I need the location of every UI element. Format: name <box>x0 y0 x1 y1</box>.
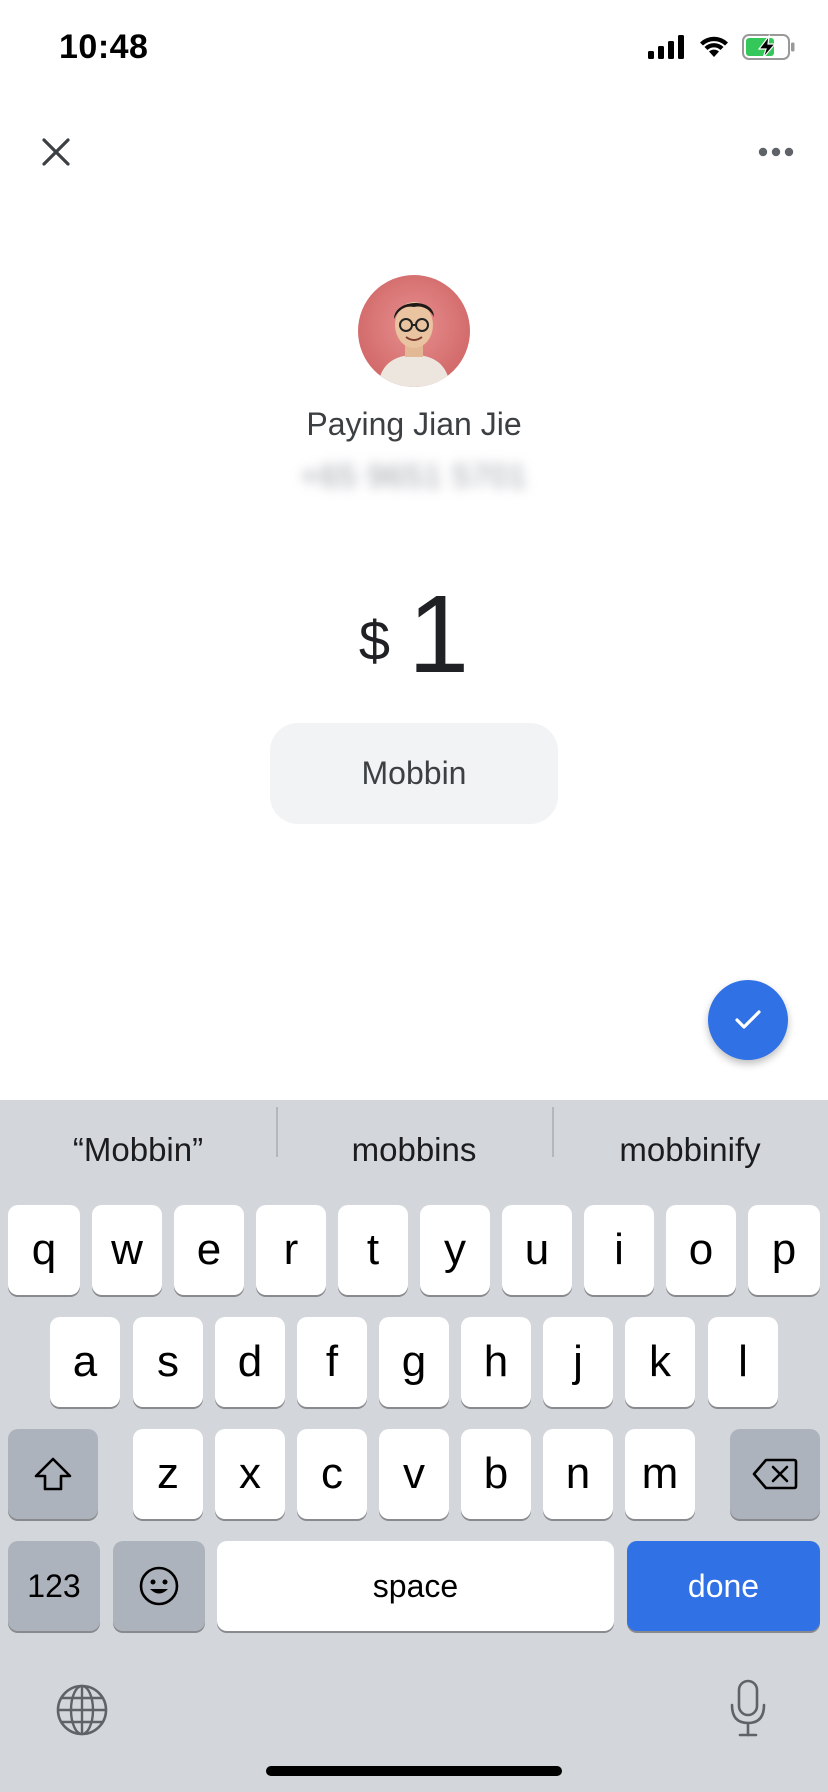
dictation-button[interactable] <box>720 1678 776 1738</box>
home-indicator <box>266 1766 562 1776</box>
key-a[interactable]: a <box>50 1317 120 1407</box>
key-u[interactable]: u <box>502 1205 572 1295</box>
key-t[interactable]: t <box>338 1205 408 1295</box>
key-z[interactable]: z <box>133 1429 203 1519</box>
note-field[interactable]: Mobbin <box>270 723 558 824</box>
currency-symbol: $ <box>358 609 390 672</box>
key-p[interactable]: p <box>748 1205 820 1295</box>
wifi-icon <box>700 36 728 57</box>
key-d[interactable]: d <box>215 1317 285 1407</box>
more-options-button[interactable] <box>752 128 800 176</box>
status-bar: 10:48 <box>0 0 828 100</box>
key-l[interactable]: l <box>708 1317 778 1407</box>
microphone-icon <box>730 1679 766 1737</box>
key-o[interactable]: o <box>666 1205 736 1295</box>
key-k[interactable]: k <box>625 1317 695 1407</box>
globe-button[interactable] <box>54 1682 110 1738</box>
key-s[interactable]: s <box>133 1317 203 1407</box>
key-g[interactable]: g <box>379 1317 449 1407</box>
key-q[interactable]: q <box>8 1205 80 1295</box>
key-c[interactable]: c <box>297 1429 367 1519</box>
key-x[interactable]: x <box>215 1429 285 1519</box>
close-icon <box>42 138 70 166</box>
amount-display[interactable]: $ 1 <box>0 580 828 690</box>
key-w[interactable]: w <box>92 1205 162 1295</box>
close-button[interactable] <box>32 128 80 176</box>
key-f[interactable]: f <box>297 1317 367 1407</box>
key-i[interactable]: i <box>584 1205 654 1295</box>
globe-icon <box>56 1684 108 1736</box>
suggestion-bar: “Mobbin” mobbins mobbinify <box>0 1100 828 1200</box>
shift-icon <box>34 1457 72 1491</box>
battery-charging-icon <box>742 34 795 60</box>
space-key[interactable]: space <box>217 1541 614 1631</box>
key-j[interactable]: j <box>543 1317 613 1407</box>
status-icons <box>648 34 796 60</box>
more-icon <box>758 147 794 157</box>
key-y[interactable]: y <box>420 1205 490 1295</box>
payee-name: Paying Jian Jie <box>306 406 522 442</box>
backspace-key[interactable] <box>730 1429 820 1519</box>
check-icon <box>735 1010 761 1029</box>
amount-value: 1 <box>407 573 470 696</box>
keyboard: “Mobbin” mobbins mobbinify q w e r t y u… <box>0 1100 828 1792</box>
emoji-icon <box>139 1566 179 1606</box>
suggestion-item[interactable]: “Mobbin” <box>0 1131 276 1169</box>
key-n[interactable]: n <box>543 1429 613 1519</box>
suggestion-item[interactable]: mobbins <box>276 1107 552 1169</box>
key-r[interactable]: r <box>256 1205 326 1295</box>
suggestion-item[interactable]: mobbinify <box>552 1107 828 1169</box>
backspace-icon <box>752 1458 798 1490</box>
key-e[interactable]: e <box>174 1205 244 1295</box>
key-h[interactable]: h <box>461 1317 531 1407</box>
key-v[interactable]: v <box>379 1429 449 1519</box>
emoji-key[interactable] <box>113 1541 205 1631</box>
key-b[interactable]: b <box>461 1429 531 1519</box>
payee-avatar <box>358 275 470 387</box>
status-time: 10:48 <box>59 28 149 66</box>
numbers-key[interactable]: 123 <box>8 1541 100 1631</box>
shift-key[interactable] <box>8 1429 98 1519</box>
key-m[interactable]: m <box>625 1429 695 1519</box>
signal-icon <box>648 35 684 59</box>
confirm-button[interactable] <box>708 980 788 1060</box>
payee-phone: +65 9651 5701 <box>300 458 528 494</box>
done-key[interactable]: done <box>627 1541 820 1631</box>
